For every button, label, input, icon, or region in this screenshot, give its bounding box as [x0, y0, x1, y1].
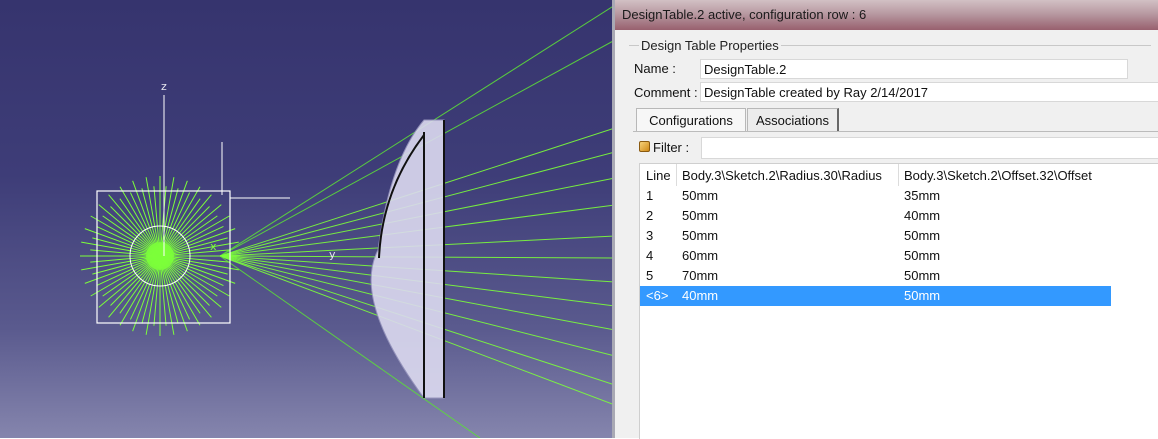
column-header-radius[interactable]: Body.3\Sketch.2\Radius.30\Radius [682, 168, 882, 183]
row-line-cell: <6> [646, 288, 669, 303]
row-line-cell: 3 [646, 228, 654, 243]
row-offset-cell: 50mm [904, 228, 941, 243]
row-radius-cell: 40mm [682, 288, 719, 303]
column-divider[interactable] [898, 164, 899, 186]
row-offset-cell: 40mm [904, 208, 941, 223]
z-axis-label: z [161, 80, 167, 93]
table-row[interactable]: 1 50mm 35mm [640, 186, 1111, 206]
row-radius-cell: 50mm [682, 188, 719, 203]
tab-associations[interactable]: Associations [747, 108, 839, 131]
filter-input[interactable] [701, 137, 1158, 159]
table-row-selected[interactable]: <6> 40mm 50mm [640, 286, 1111, 306]
row-line-cell: 2 [646, 208, 654, 223]
filter-icon [639, 141, 650, 152]
comment-field[interactable]: DesignTable created by Ray 2/14/2017 [700, 82, 1158, 102]
y-axis-label: y [329, 248, 336, 261]
optical-scene [80, 4, 615, 438]
name-field[interactable]: DesignTable.2 [700, 59, 1128, 79]
lens-body [370, 119, 445, 399]
row-radius-cell: 60mm [682, 248, 719, 263]
design-table-dialog: DesignTable.2 active, configuration row … [612, 0, 1158, 439]
comment-label: Comment : [634, 85, 698, 100]
3d-viewport[interactable]: z y x [0, 0, 615, 438]
dialog-titlebar[interactable]: DesignTable.2 active, configuration row … [615, 0, 1158, 30]
x-axis-label: x [210, 240, 217, 253]
row-offset-cell: 35mm [904, 188, 941, 203]
table-row[interactable]: 4 60mm 50mm [640, 246, 1111, 266]
row-line-cell: 1 [646, 188, 654, 203]
table-row[interactable]: 3 50mm 50mm [640, 226, 1111, 246]
name-label: Name : [634, 61, 676, 76]
table-row[interactable]: 2 50mm 40mm [640, 206, 1111, 226]
row-radius-cell: 50mm [682, 228, 719, 243]
row-line-cell: 4 [646, 248, 654, 263]
tab-configurations[interactable]: Configurations [636, 108, 746, 131]
row-offset-cell: 50mm [904, 268, 941, 283]
row-radius-cell: 70mm [682, 268, 719, 283]
row-offset-cell: 50mm [904, 288, 941, 303]
configurations-table[interactable]: Line Body.3\Sketch.2\Radius.30\Radius Bo… [639, 163, 1158, 439]
table-row[interactable]: 5 70mm 50mm [640, 266, 1111, 286]
row-line-cell: 5 [646, 268, 654, 283]
column-header-line[interactable]: Line [646, 168, 671, 183]
row-offset-cell: 50mm [904, 248, 941, 263]
column-header-offset[interactable]: Body.3\Sketch.2\Offset.32\Offset [904, 168, 1092, 183]
filter-label: Filter : [653, 140, 690, 155]
dialog-title: DesignTable.2 active, configuration row … [622, 7, 867, 22]
source-core [146, 242, 174, 270]
row-radius-cell: 50mm [682, 208, 719, 223]
properties-group-title: Design Table Properties [639, 38, 781, 53]
column-divider[interactable] [676, 164, 677, 186]
